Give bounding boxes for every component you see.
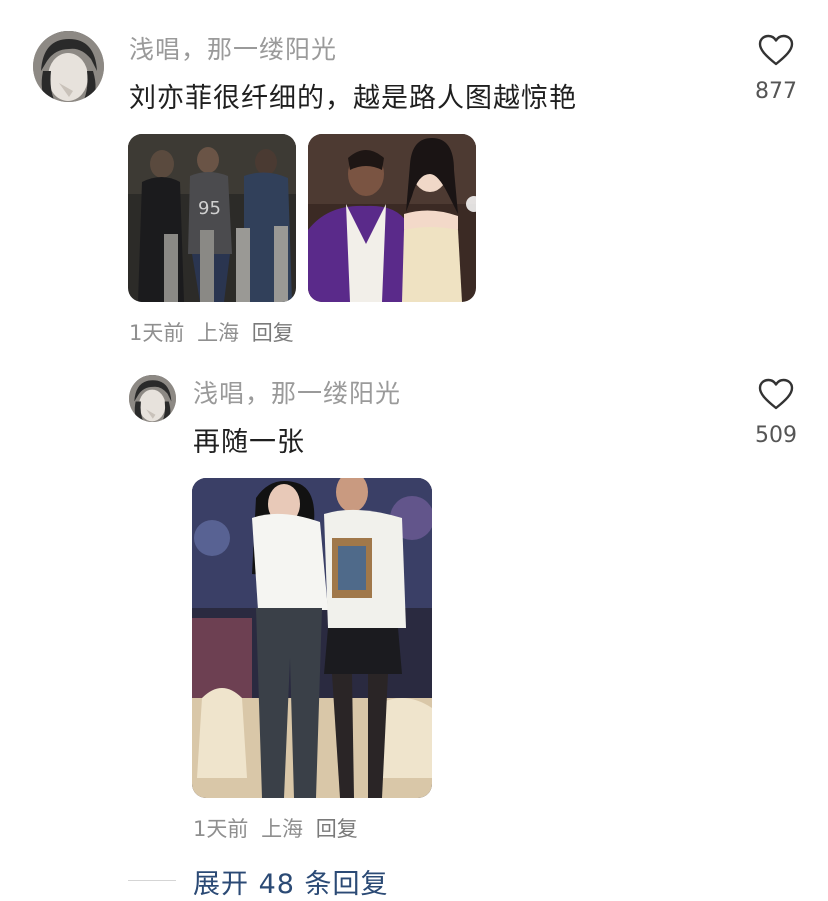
comment-time: 1天前	[129, 321, 185, 345]
comment-image-1[interactable]: 95	[128, 134, 296, 302]
expand-replies-button[interactable]: 展开 48 条回复	[193, 862, 389, 901]
reply-like-count: 509	[755, 423, 797, 448]
heart-outline-icon[interactable]	[758, 34, 794, 67]
comment-username[interactable]: 浅唱，那一缕阳光	[129, 30, 337, 66]
comment-like-count: 877	[755, 79, 797, 104]
comment-meta: 1天前 上海 回复	[129, 317, 294, 347]
reply-location: 上海	[261, 817, 304, 841]
heart-outline-icon[interactable]	[758, 378, 794, 411]
reply-reply-button[interactable]: 回复	[316, 817, 358, 841]
reply-image[interactable]	[192, 478, 432, 798]
comment-text: 刘亦菲很纤细的，越是路人图越惊艳	[129, 83, 577, 114]
svg-text:95: 95	[198, 198, 221, 219]
reply-time: 1天前	[193, 817, 249, 841]
expand-divider	[128, 880, 176, 881]
reply-meta: 1天前 上海 回复	[193, 813, 358, 843]
comment-avatar[interactable]	[33, 31, 104, 102]
reply-avatar[interactable]	[129, 375, 176, 422]
comment-reply-button[interactable]: 回复	[252, 321, 294, 345]
comment-location: 上海	[197, 321, 240, 345]
comment-image-2[interactable]	[308, 134, 476, 302]
reply-username[interactable]: 浅唱，那一缕阳光	[193, 374, 401, 410]
reply-text: 再随一张	[193, 427, 305, 458]
